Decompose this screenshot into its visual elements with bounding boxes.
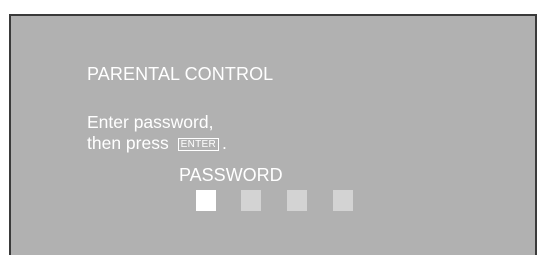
instruction-suffix: . xyxy=(222,133,227,153)
password-digit-4[interactable] xyxy=(333,190,353,211)
password-digit-3[interactable] xyxy=(287,190,307,211)
password-label: PASSWORD xyxy=(179,165,283,185)
instruction-prefix: then press xyxy=(87,133,169,153)
instruction-line-2: then press ENTER. xyxy=(87,133,227,153)
screen-title: PARENTAL CONTROL xyxy=(87,64,274,84)
instruction-line-1: Enter password, xyxy=(87,112,214,132)
parental-control-screen: PARENTAL CONTROL Enter password, then pr… xyxy=(9,14,537,255)
password-digit-1[interactable] xyxy=(196,190,216,211)
enter-key-icon: ENTER xyxy=(177,138,219,151)
password-digit-2[interactable] xyxy=(241,190,261,211)
